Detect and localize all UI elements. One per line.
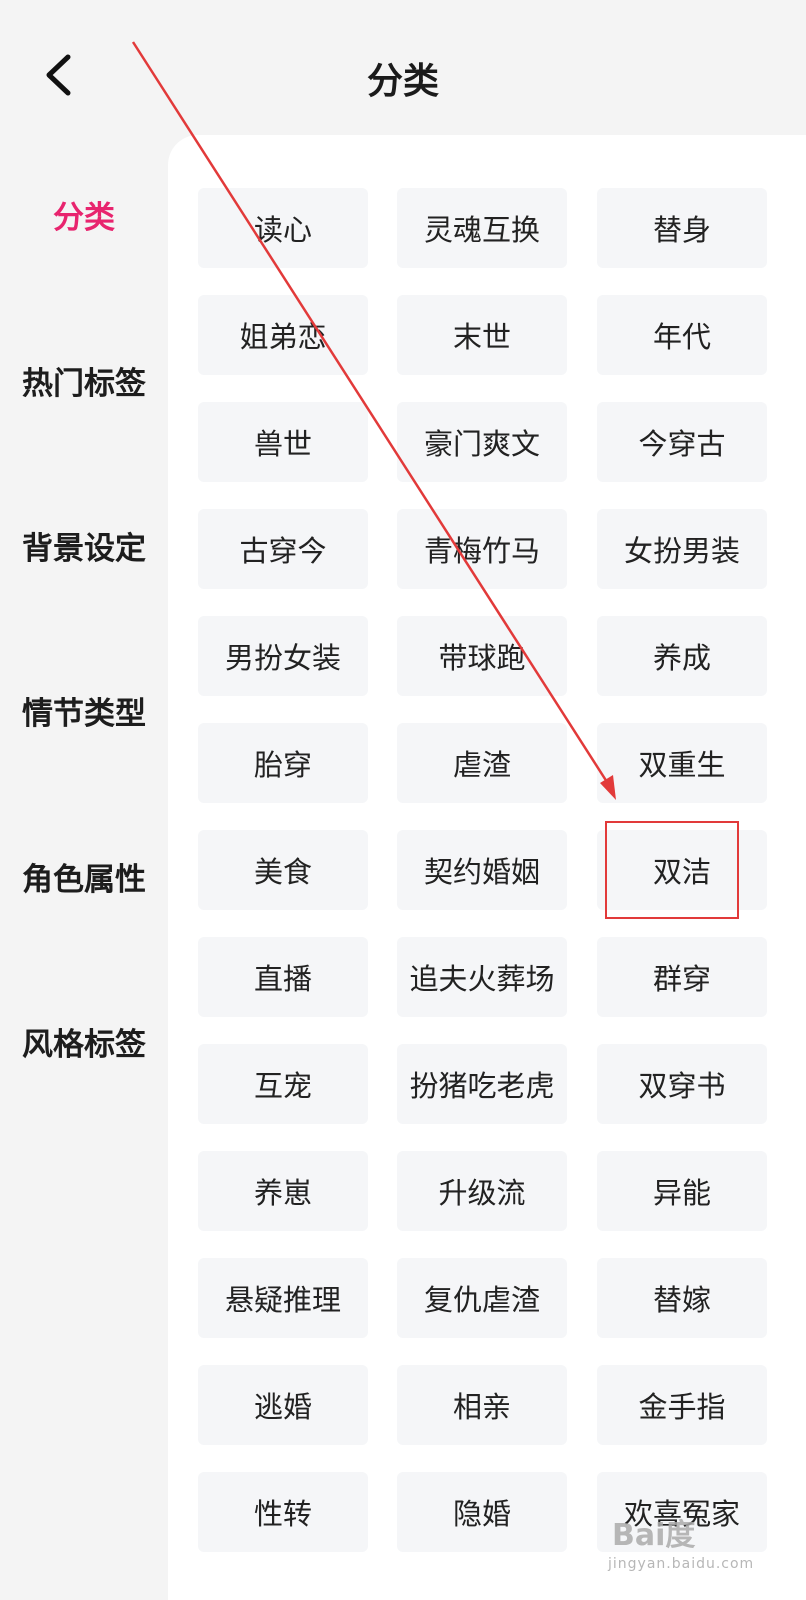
- tag-item[interactable]: 欢喜冤家: [597, 1472, 767, 1552]
- tag-item[interactable]: 带球跑: [397, 616, 567, 696]
- tag-item[interactable]: 直播: [198, 937, 368, 1017]
- tag-item[interactable]: 灵魂互换: [397, 188, 567, 268]
- tag-item[interactable]: 古穿今: [198, 509, 368, 589]
- tag-item[interactable]: 双重生: [597, 723, 767, 803]
- tag-item[interactable]: 兽世: [198, 402, 368, 482]
- sidebar-item-style-tags[interactable]: 风格标签: [0, 1001, 168, 1081]
- tag-item[interactable]: 青梅竹马: [397, 509, 567, 589]
- tag-item[interactable]: 替嫁: [597, 1258, 767, 1338]
- tag-item[interactable]: 双穿书: [597, 1044, 767, 1124]
- tag-item[interactable]: 互宠: [198, 1044, 368, 1124]
- sidebar-item-character-attributes[interactable]: 角色属性: [0, 836, 168, 916]
- tag-item[interactable]: 复仇虐渣: [397, 1258, 567, 1338]
- page-title: 分类: [366, 61, 439, 102]
- tag-item[interactable]: 姐弟恋: [198, 295, 368, 375]
- tag-item[interactable]: 相亲: [397, 1365, 567, 1445]
- tag-item[interactable]: 豪门爽文: [397, 402, 567, 482]
- tag-item[interactable]: 替身: [597, 188, 767, 268]
- page: 分类 分类 热门标签 背景设定 情节类型 角色属性 风格标签 读心 灵魂互换 替身姐…: [0, 0, 806, 1600]
- tag-item[interactable]: 隐婚: [397, 1472, 567, 1552]
- tag-item[interactable]: 契约婚姻: [397, 830, 567, 910]
- tag-item[interactable]: 金手指: [597, 1365, 767, 1445]
- tag-item[interactable]: 逃婚: [198, 1365, 368, 1445]
- sidebar-item-background-setting[interactable]: 背景设定: [0, 505, 168, 585]
- tag-item[interactable]: 胎穿: [198, 723, 368, 803]
- tag-item[interactable]: 悬疑推理: [198, 1258, 368, 1338]
- tag-item[interactable]: 今穿古: [597, 402, 767, 482]
- tag-item[interactable]: 群穿: [597, 937, 767, 1017]
- sidebar-item-plot-type[interactable]: 情节类型: [0, 670, 168, 750]
- tag-item[interactable]: 性转: [198, 1472, 368, 1552]
- tag-item[interactable]: 虐渣: [397, 723, 567, 803]
- top-bar: 分类: [0, 0, 806, 140]
- tag-item[interactable]: 女扮男装: [597, 509, 767, 589]
- tag-item[interactable]: 养成: [597, 616, 767, 696]
- tag-item[interactable]: 双洁: [597, 830, 767, 910]
- tag-item[interactable]: 读心: [198, 188, 368, 268]
- tag-item[interactable]: 年代: [597, 295, 767, 375]
- category-sidebar: 分类 热门标签 背景设定 情节类型 角色属性 风格标签: [0, 140, 168, 1600]
- tag-item[interactable]: 升级流: [397, 1151, 567, 1231]
- sidebar-item-category[interactable]: 分类: [0, 174, 168, 254]
- sidebar-item-hot-tags[interactable]: 热门标签: [0, 340, 168, 420]
- tag-item[interactable]: 异能: [597, 1151, 767, 1231]
- tag-item[interactable]: 养崽: [198, 1151, 368, 1231]
- tag-item[interactable]: 追夫火葬场: [397, 937, 567, 1017]
- tag-item[interactable]: 男扮女装: [198, 616, 368, 696]
- tag-item[interactable]: 末世: [397, 295, 567, 375]
- tag-item[interactable]: 扮猪吃老虎: [397, 1044, 567, 1124]
- tag-item[interactable]: 美食: [198, 830, 368, 910]
